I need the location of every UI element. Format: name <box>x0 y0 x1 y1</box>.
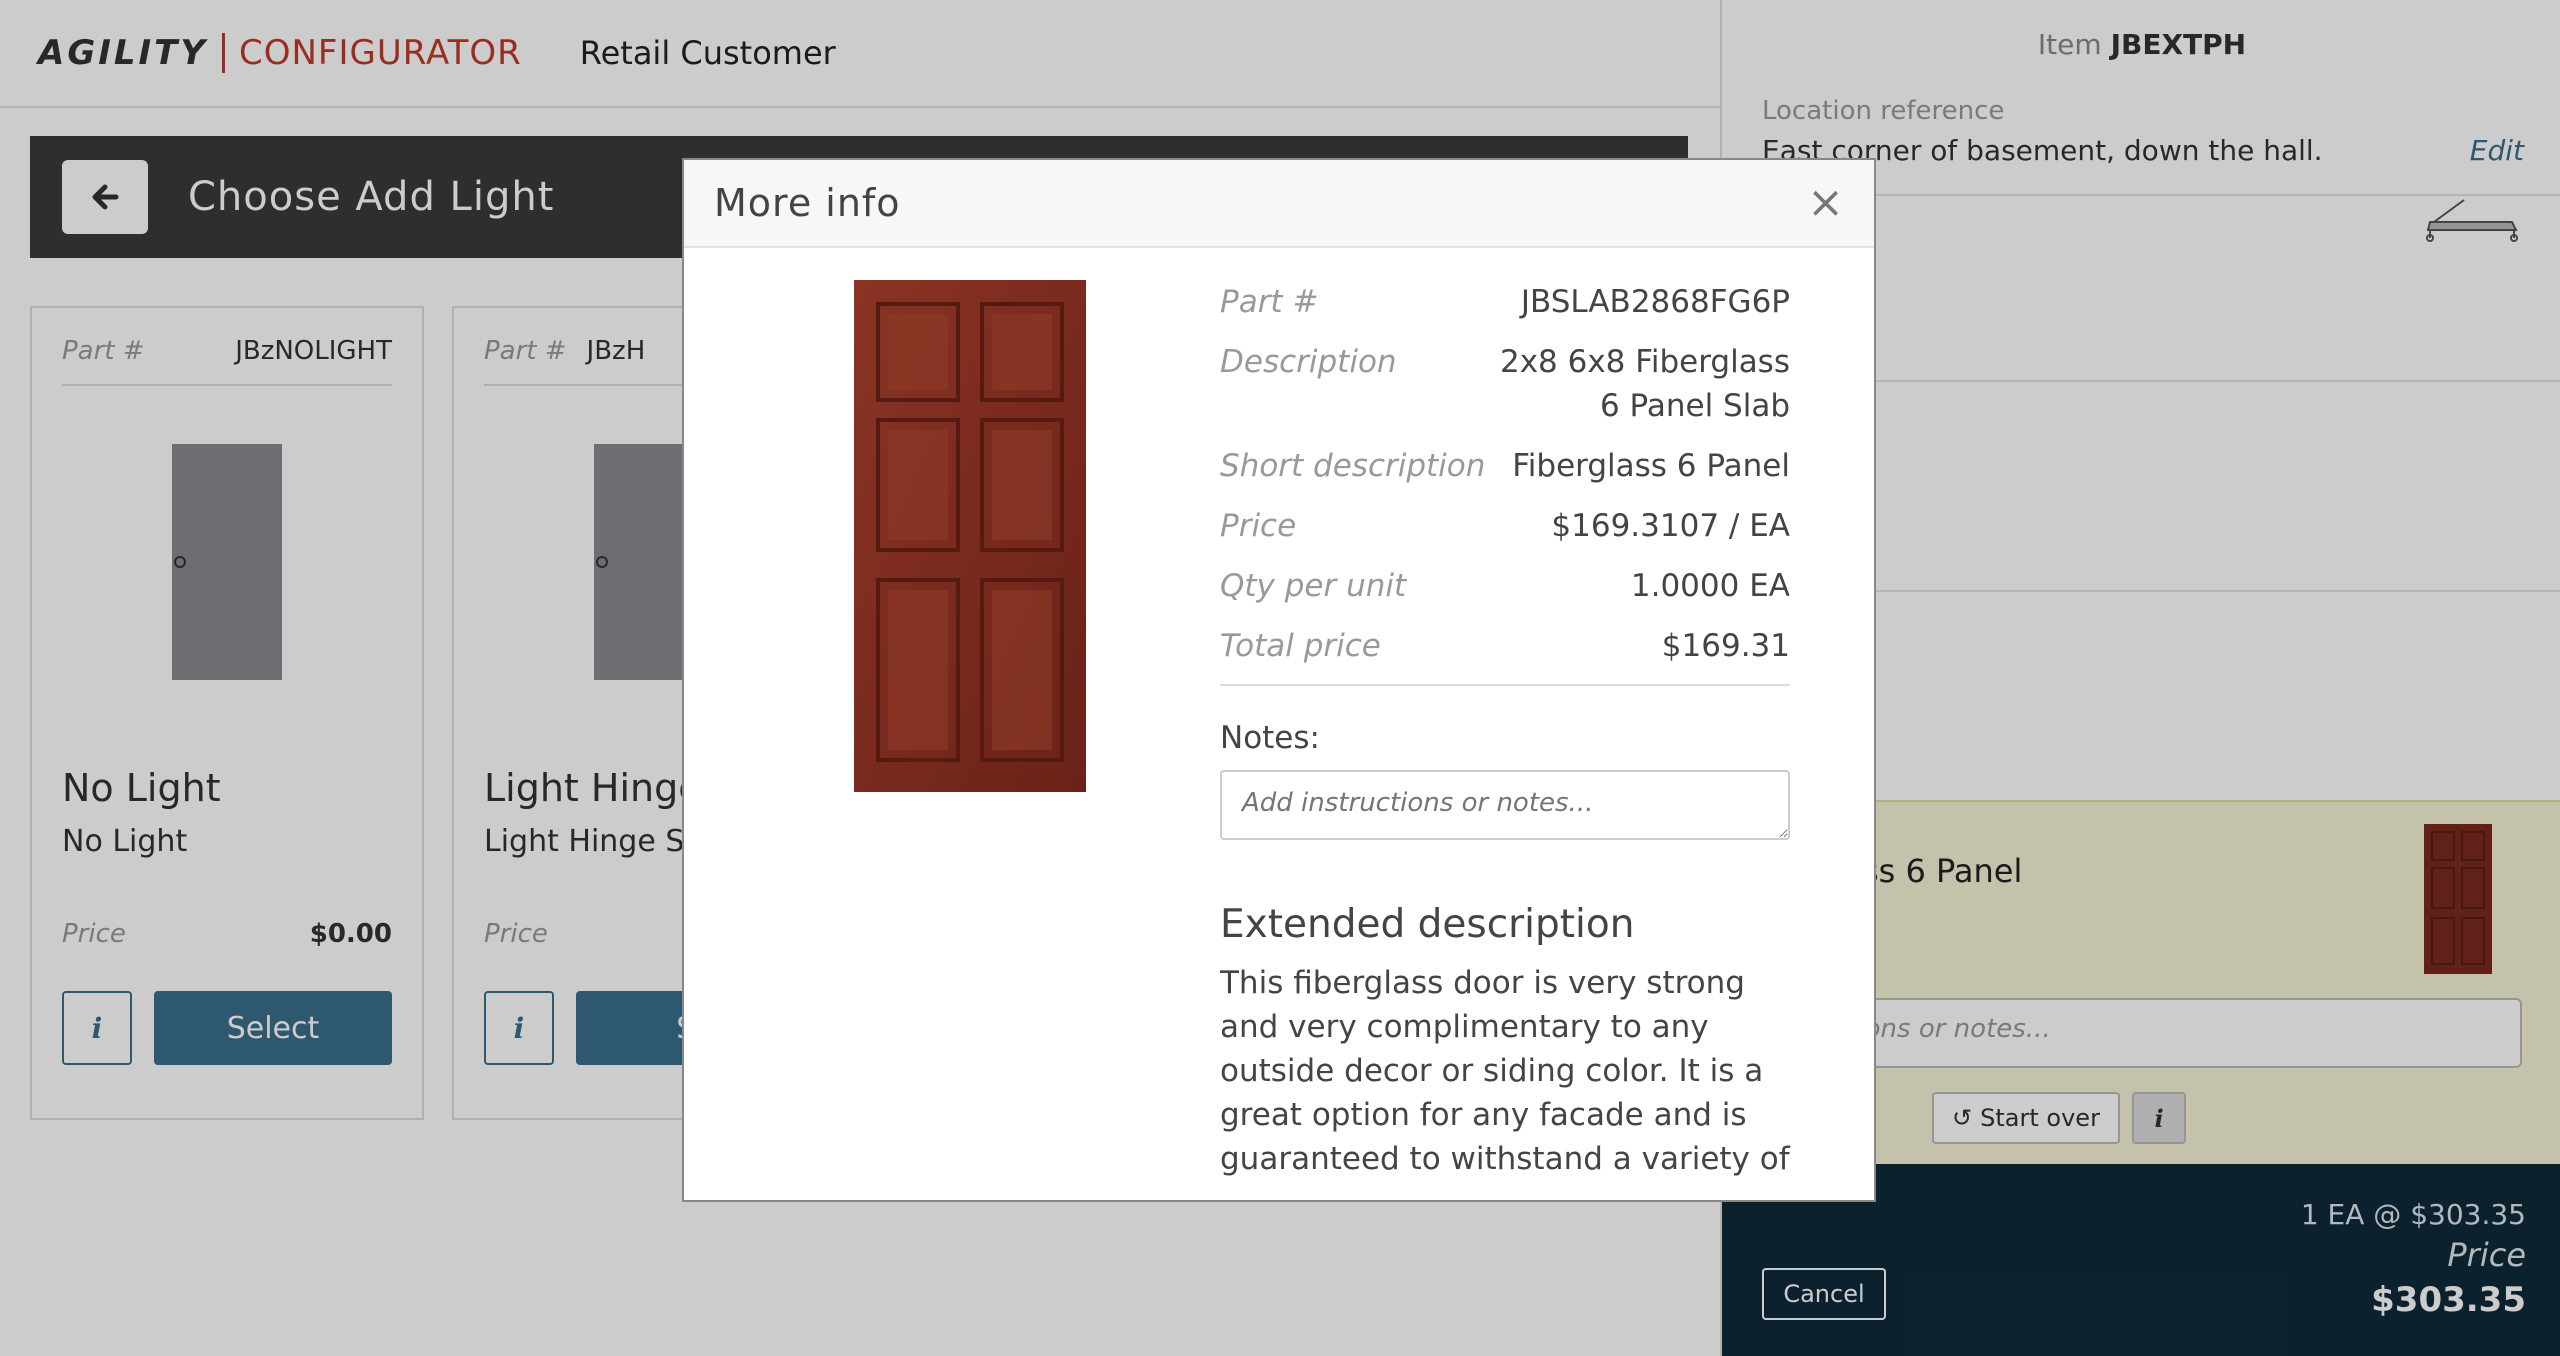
modal-title: More info <box>714 181 901 225</box>
divider <box>1220 684 1790 686</box>
info-value: $169.31 <box>1661 628 1790 664</box>
notes-textarea[interactable] <box>1220 770 1790 840</box>
more-info-modal: More info × Part # JBSLAB2868FG6P Descri… <box>682 158 1876 1202</box>
info-row-price: Price $169.3107 / EA <box>1220 504 1790 548</box>
info-label: Part # <box>1220 284 1319 320</box>
info-row-qty: Qty per unit 1.0000 EA <box>1220 564 1790 608</box>
close-icon[interactable]: × <box>1807 181 1844 225</box>
modal-header: More info × <box>684 160 1874 248</box>
info-row-description: Description 2x8 6x8 Fiberglass 6 Panel S… <box>1220 340 1790 428</box>
extended-description-title: Extended description <box>1220 902 1635 947</box>
info-value: JBSLAB2868FG6P <box>1520 284 1790 320</box>
info-label: Qty per unit <box>1220 568 1407 604</box>
info-value: Fiberglass 6 Panel <box>1512 448 1790 484</box>
info-value: $169.3107 / EA <box>1551 508 1790 544</box>
info-row-short-description: Short description Fiberglass 6 Panel <box>1220 444 1790 488</box>
modal-body: Part # JBSLAB2868FG6P Description 2x8 6x… <box>684 248 1874 1200</box>
info-row-part: Part # JBSLAB2868FG6P <box>1220 280 1790 324</box>
info-label: Total price <box>1220 628 1381 664</box>
part-info: Part # JBSLAB2868FG6P Description 2x8 6x… <box>1220 280 1790 1181</box>
info-label: Description <box>1220 344 1397 380</box>
info-value: 2x8 6x8 Fiberglass 6 Panel Slab <box>1499 344 1790 424</box>
info-label: Price <box>1220 508 1297 544</box>
info-label: Short description <box>1220 448 1486 484</box>
info-row-total: Total price $169.31 <box>1220 624 1790 668</box>
info-value: 1.0000 EA <box>1630 568 1790 604</box>
door-image <box>854 280 1086 792</box>
notes-label: Notes: <box>1220 720 1320 756</box>
extended-description-text: This fiberglass door is very strong and … <box>1220 965 1790 1177</box>
